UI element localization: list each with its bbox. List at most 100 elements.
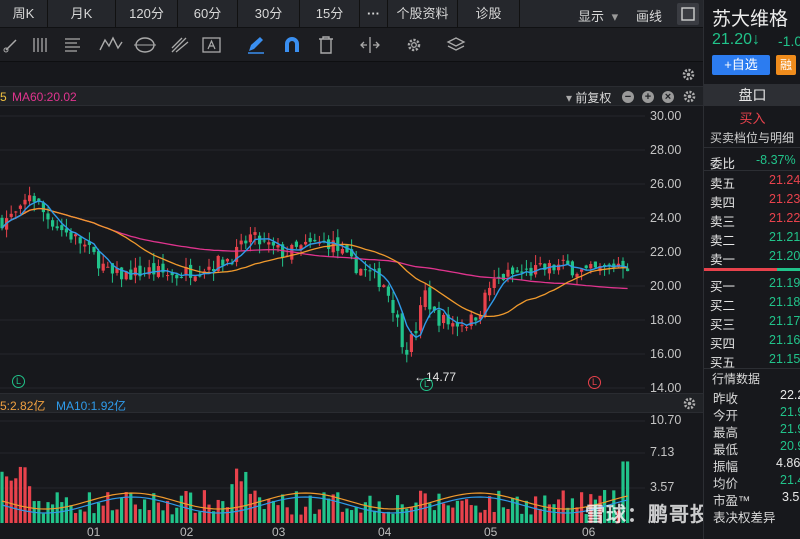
gann-tool[interactable]	[168, 28, 192, 62]
limit-marker[interactable]: L	[420, 378, 433, 391]
vol-ma5-line	[1, 492, 628, 510]
volume-bar	[69, 505, 73, 523]
volume-bar	[336, 492, 340, 523]
cycle-tool[interactable]	[132, 28, 156, 62]
buy-button[interactable]: 买入	[704, 108, 800, 126]
tab-30min[interactable]: 30分	[238, 0, 300, 28]
candle-body	[391, 300, 395, 313]
candle-body	[28, 195, 32, 202]
price-adjust-dropdown[interactable]: ▾ 前复权	[566, 89, 611, 106]
display-menu[interactable]: 显示 ▾	[578, 6, 618, 25]
wave-tool[interactable]	[98, 28, 123, 62]
delete-tool[interactable]	[314, 28, 338, 62]
tab-weekly[interactable]: 周K	[0, 0, 48, 28]
volume-bar	[152, 493, 156, 523]
fibonacci-tool[interactable]	[62, 28, 86, 62]
limit-marker[interactable]: L	[12, 375, 25, 388]
plus-icon[interactable]: +	[642, 91, 654, 103]
volume-bar	[313, 513, 317, 523]
candlestick-chart[interactable]	[0, 106, 645, 393]
limit-marker[interactable]: L	[588, 376, 601, 389]
volume-bar	[51, 504, 55, 523]
magnet-icon	[285, 37, 299, 52]
volume-bar	[23, 467, 27, 523]
price-tick: 16.00	[650, 347, 682, 361]
candle-body	[175, 274, 179, 279]
chart-gridlines	[0, 115, 645, 389]
month-tick: 06	[582, 525, 596, 539]
bid-ask-bar	[704, 268, 777, 271]
candle-body	[626, 268, 630, 272]
more-periods-button[interactable]: ···	[360, 0, 388, 28]
volume-bar	[0, 471, 4, 523]
price-tick: 28.00	[650, 143, 682, 157]
volume-bar	[285, 507, 289, 523]
draw-line-button[interactable]: 画线	[636, 6, 662, 25]
candle-body	[267, 242, 271, 245]
candle-body	[253, 232, 257, 235]
minus-icon[interactable]: −	[622, 91, 634, 103]
fullscreen-button[interactable]	[677, 3, 699, 25]
month-tick: 01	[87, 525, 101, 539]
line-segment-tool[interactable]	[2, 28, 26, 62]
layers-tool[interactable]	[444, 28, 468, 62]
gear-icon	[407, 38, 421, 52]
chevron-down-icon: ▾	[611, 9, 619, 24]
measure-icon	[360, 37, 380, 53]
month-tick: 02	[180, 525, 194, 539]
tab-monthly[interactable]: 月K	[48, 0, 116, 28]
candle-body	[409, 334, 413, 353]
volume-bar	[60, 502, 64, 523]
add-watchlist-button[interactable]: +自选	[712, 55, 770, 75]
text-tool[interactable]	[200, 28, 224, 62]
gear-icon[interactable]	[681, 67, 696, 82]
candle-body	[488, 287, 492, 296]
stock-chart-app: 周K 月K 120分 60分 30分 15分 ··· 个股资料 诊股 显示 ▾ …	[0, 0, 800, 539]
candle-body	[69, 231, 73, 240]
volume-tick: 7.13	[650, 445, 675, 459]
stat-row: 均价21.4	[704, 472, 800, 491]
month-tick: 03	[272, 525, 286, 539]
candle-body	[382, 285, 386, 288]
pen-tool[interactable]	[244, 28, 268, 62]
gear-icon[interactable]	[682, 396, 697, 411]
volume-bars	[0, 461, 630, 523]
parallel-lines-tool[interactable]	[30, 28, 54, 62]
volume-bar	[239, 481, 243, 523]
tab-15min[interactable]: 15分	[300, 0, 360, 28]
volume-chart[interactable]	[0, 413, 645, 523]
candle-body	[327, 239, 331, 249]
volume-bar	[235, 468, 239, 523]
stat-value: 21.4	[780, 473, 800, 487]
adjust-label: 前复权	[575, 91, 612, 105]
measure-tool[interactable]	[358, 28, 382, 62]
volume-legend-bar: 5:2.82亿 MA10:1.92亿	[0, 393, 703, 413]
magnet-tool[interactable]	[280, 28, 304, 62]
tab-60min[interactable]: 60分	[178, 0, 238, 28]
order-ratio-row: 委比 -8.37%	[704, 151, 800, 171]
gear-icon[interactable]	[682, 89, 697, 104]
tab-diagnose[interactable]: 诊股	[458, 0, 520, 28]
tab-company-profile[interactable]: 个股资料	[388, 0, 458, 28]
volume-bar	[156, 502, 160, 523]
tab-order-book[interactable]: 盘口	[704, 84, 800, 106]
candle-body	[363, 269, 367, 271]
stat-row: 振幅 4.86	[704, 455, 800, 474]
stat-value: 21.9	[780, 405, 800, 419]
ask-label: 卖一	[710, 253, 736, 267]
ask-row: 卖二 21.21	[704, 228, 800, 248]
ask-row: 卖三 21.22	[704, 209, 800, 229]
volume-bar	[184, 491, 188, 523]
volume-tick: 3.57	[650, 480, 675, 494]
candle-body	[492, 278, 496, 288]
month-tick: 04	[378, 525, 392, 539]
depth-detail-link[interactable]: 买卖档位与明细	[710, 129, 794, 146]
close-icon[interactable]: ×	[662, 91, 674, 103]
settings-tool[interactable]	[402, 28, 426, 62]
tab-120min[interactable]: 120分	[116, 0, 178, 28]
volume-bar	[221, 501, 225, 523]
volume-bar	[442, 503, 446, 523]
volume-bar	[37, 500, 41, 523]
volume-bar	[92, 513, 96, 523]
candle-body	[538, 263, 542, 265]
